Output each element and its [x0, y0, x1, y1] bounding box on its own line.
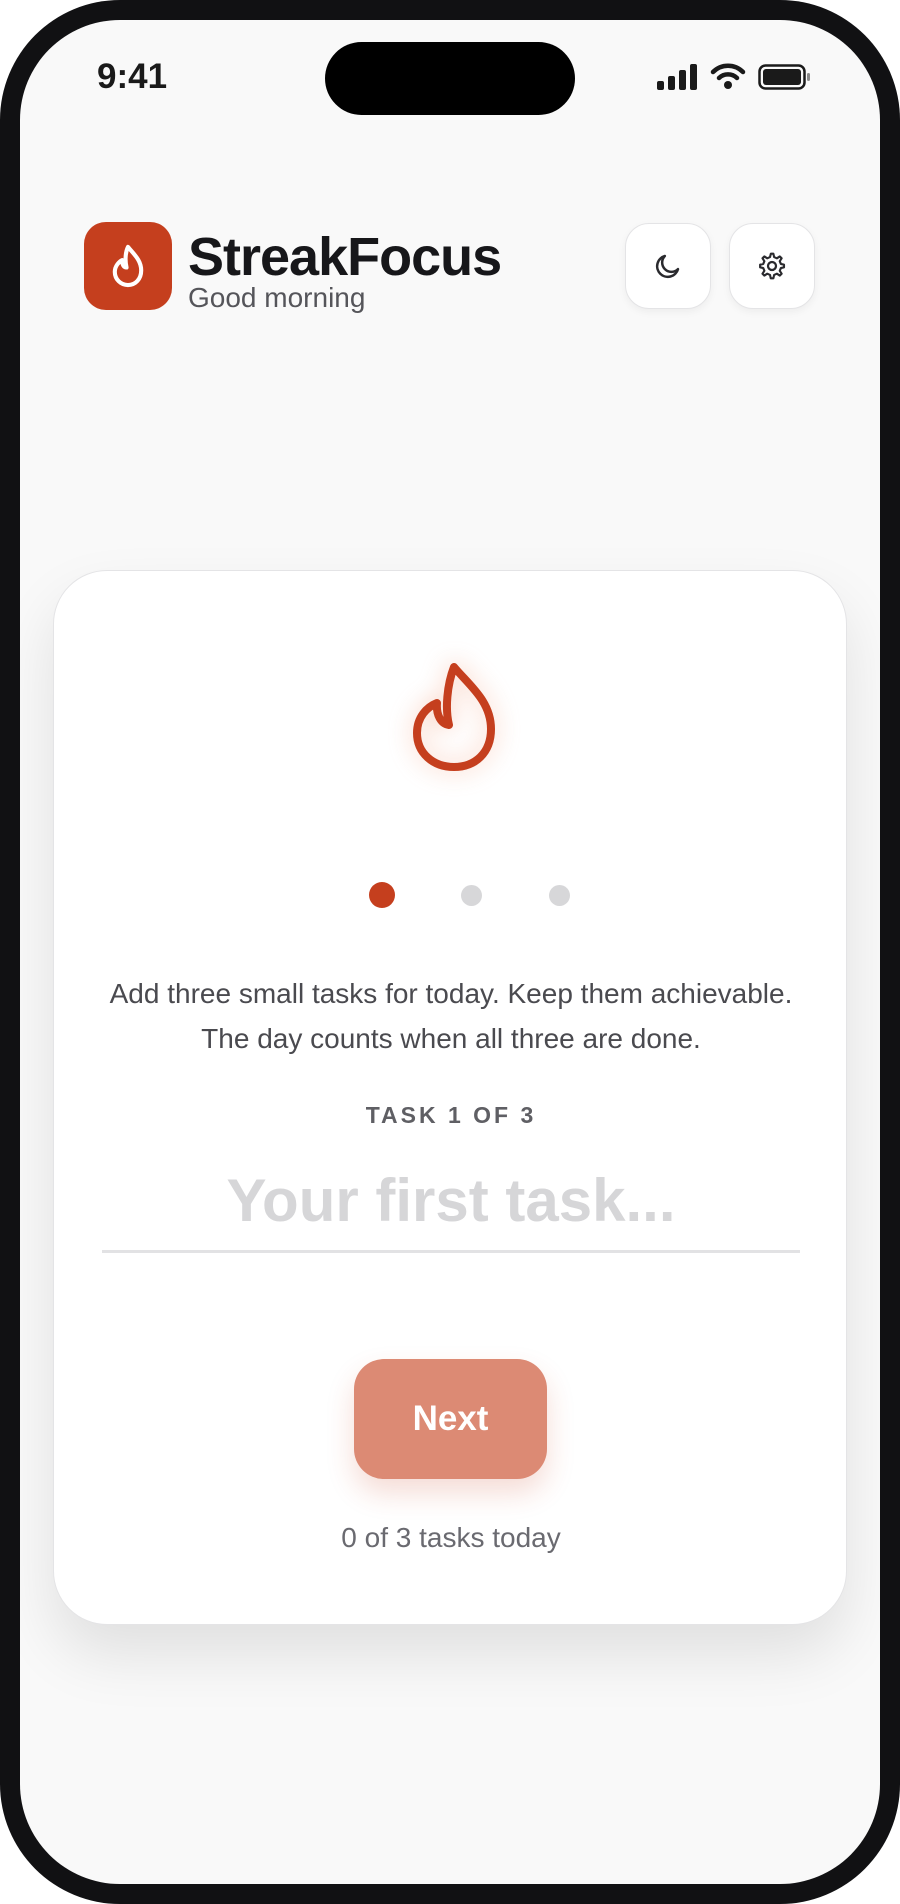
app-screen: 9:41 StreakFocus Good morning Add three …	[20, 20, 880, 1884]
step-indicator	[461, 885, 482, 906]
status-time: 9:41	[97, 57, 168, 96]
dark-mode-button[interactable]	[625, 223, 711, 309]
next-button[interactable]: Next	[354, 1359, 547, 1479]
greeting: Good morning	[188, 282, 366, 313]
wifi-icon	[710, 63, 746, 89]
battery-icon	[758, 64, 810, 90]
app-logo	[84, 222, 172, 310]
flame-icon	[112, 244, 144, 288]
step-indicator	[549, 885, 570, 906]
settings-button[interactable]	[729, 223, 815, 309]
step-indicator-active	[369, 882, 395, 908]
onboarding-card: Add three small tasks for today. Keep th…	[53, 570, 847, 1625]
task-step-label: TASK 1 OF 3	[365, 1102, 537, 1128]
moon-icon	[655, 254, 680, 279]
gear-icon	[759, 252, 786, 280]
task-input[interactable]	[102, 1151, 800, 1253]
signal-icon	[657, 64, 697, 90]
dynamic-island	[325, 42, 575, 115]
task-progress: 0 of 3 tasks today	[341, 1522, 561, 1553]
app-title: StreakFocus	[188, 227, 502, 287]
flame-icon	[413, 663, 495, 771]
phone-frame: 9:41 StreakFocus Good morning Add three …	[0, 0, 900, 1904]
instruction-text: Add three small tasks for today. Keep th…	[109, 978, 793, 1054]
